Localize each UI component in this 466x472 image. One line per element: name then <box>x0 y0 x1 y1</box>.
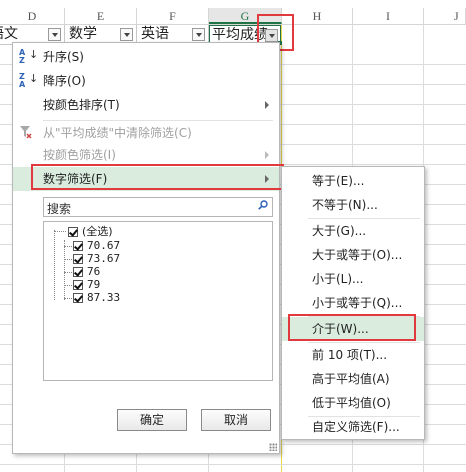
filter-dropdown-button[interactable] <box>192 28 205 41</box>
autofilter-panel: A Z ↓ 升序(S) Z A ↓ 降序(O) 按颜色排序(T) 从"平均成绩"中清除筛… <box>12 42 280 454</box>
sort-ascending-icon: A Z ↓ <box>19 48 39 65</box>
submenu-item-less-than[interactable]: 小于(L)... <box>282 267 424 291</box>
column-header-j[interactable]: J <box>424 8 466 24</box>
checkbox-checked[interactable] <box>73 254 83 264</box>
list-item-label: 70.67 <box>87 239 121 252</box>
callout-number-filters <box>31 164 284 190</box>
submenu-item-greater-or-equal[interactable]: 大于或等于(O)... <box>282 243 424 267</box>
filter-dropdown-button[interactable] <box>120 28 133 41</box>
tree-connector <box>64 285 72 287</box>
column-header-d[interactable]: D <box>0 8 65 24</box>
resize-grip-icon[interactable] <box>269 443 277 451</box>
submenu-item-less-or-equal[interactable]: 小于或等于(Q)... <box>282 291 424 315</box>
column-header-i[interactable]: I <box>353 8 424 24</box>
list-item-label: 76 <box>87 265 101 278</box>
column-header-e[interactable]: E <box>65 8 137 24</box>
tree-connector <box>54 230 55 300</box>
number-filters-submenu: 等于(E)... 不等于(N)... 大于(G)... 大于或等于(O)... … <box>281 166 425 440</box>
submenu-item-label: 大于或等于(O)... <box>312 248 403 262</box>
tree-connector <box>64 246 72 248</box>
tree-connector <box>64 298 72 300</box>
search-input[interactable]: 搜索 <box>43 197 273 217</box>
submenu-item-label: 低于平均值(O) <box>312 396 391 410</box>
menu-item-sort-ascending[interactable]: A Z ↓ 升序(S) <box>13 45 279 69</box>
checkbox-checked[interactable] <box>73 293 83 303</box>
value-list[interactable]: (全选) 70.67 73.67 76 79 87.33 <box>43 221 273 381</box>
search-icon <box>258 200 268 210</box>
clear-filter-icon <box>20 126 32 139</box>
sort-descending-icon: Z A ↓ <box>19 72 39 89</box>
submenu-item-label: 大于(G)... <box>312 224 367 238</box>
submenu-arrow-icon <box>265 101 269 109</box>
tree-connector <box>64 272 72 274</box>
submenu-item-label: 前 10 项(T)... <box>312 348 388 362</box>
list-item-label: 73.67 <box>87 252 121 265</box>
tree-connector <box>64 240 65 300</box>
grid-line <box>0 464 466 465</box>
list-item-label: 79 <box>87 278 101 291</box>
checkbox-checked[interactable] <box>68 227 78 237</box>
checkbox-checked[interactable] <box>73 280 83 290</box>
submenu-item-greater-than[interactable]: 大于(G)... <box>282 219 424 243</box>
submenu-item-label: 小于(L)... <box>312 272 364 286</box>
submenu-item-label: 等于(E)... <box>312 174 365 188</box>
column-header-f[interactable]: F <box>137 8 209 24</box>
menu-item-label: 按颜色排序(T) <box>43 98 120 112</box>
submenu-item-label: 高于平均值(A) <box>312 372 390 386</box>
menu-item-label: 降序(O) <box>43 74 86 88</box>
submenu-item-top-10[interactable]: 前 10 项(T)... <box>282 343 424 367</box>
ok-button[interactable]: 确定 <box>117 409 187 431</box>
submenu-item-not-equals[interactable]: 不等于(N)... <box>282 193 424 217</box>
list-item-label: (全选) <box>82 225 113 238</box>
menu-item-sort-by-color[interactable]: 按颜色排序(T) <box>13 93 279 117</box>
search-placeholder: 搜索 <box>47 202 72 216</box>
tree-connector <box>54 231 66 233</box>
menu-item-label: 从"平均成绩"中清除筛选(C) <box>43 126 192 140</box>
menu-item-sort-descending[interactable]: Z A ↓ 降序(O) <box>13 69 279 93</box>
submenu-item-custom-filter[interactable]: 自定义筛选(F)... <box>282 415 424 439</box>
list-item-label: 87.33 <box>87 291 121 304</box>
filter-dropdown-button[interactable] <box>48 28 61 41</box>
submenu-item-above-average[interactable]: 高于平均值(A) <box>282 367 424 391</box>
checkbox-checked[interactable] <box>73 241 83 251</box>
checkbox-checked[interactable] <box>73 267 83 277</box>
menu-item-label: 升序(S) <box>43 50 84 64</box>
submenu-item-equals[interactable]: 等于(E)... <box>282 169 424 193</box>
menu-item-clear-filter: 从"平均成绩"中清除筛选(C) <box>13 121 279 145</box>
submenu-item-label: 小于或等于(Q)... <box>312 296 403 310</box>
cancel-button[interactable]: 取消 <box>201 409 271 431</box>
callout-between <box>288 314 416 341</box>
submenu-item-label: 自定义筛选(F)... <box>312 420 400 434</box>
submenu-arrow-icon <box>265 151 269 159</box>
submenu-item-label: 不等于(N)... <box>312 198 378 212</box>
submenu-item-below-average[interactable]: 低于平均值(O) <box>282 391 424 415</box>
tree-connector <box>64 259 72 261</box>
